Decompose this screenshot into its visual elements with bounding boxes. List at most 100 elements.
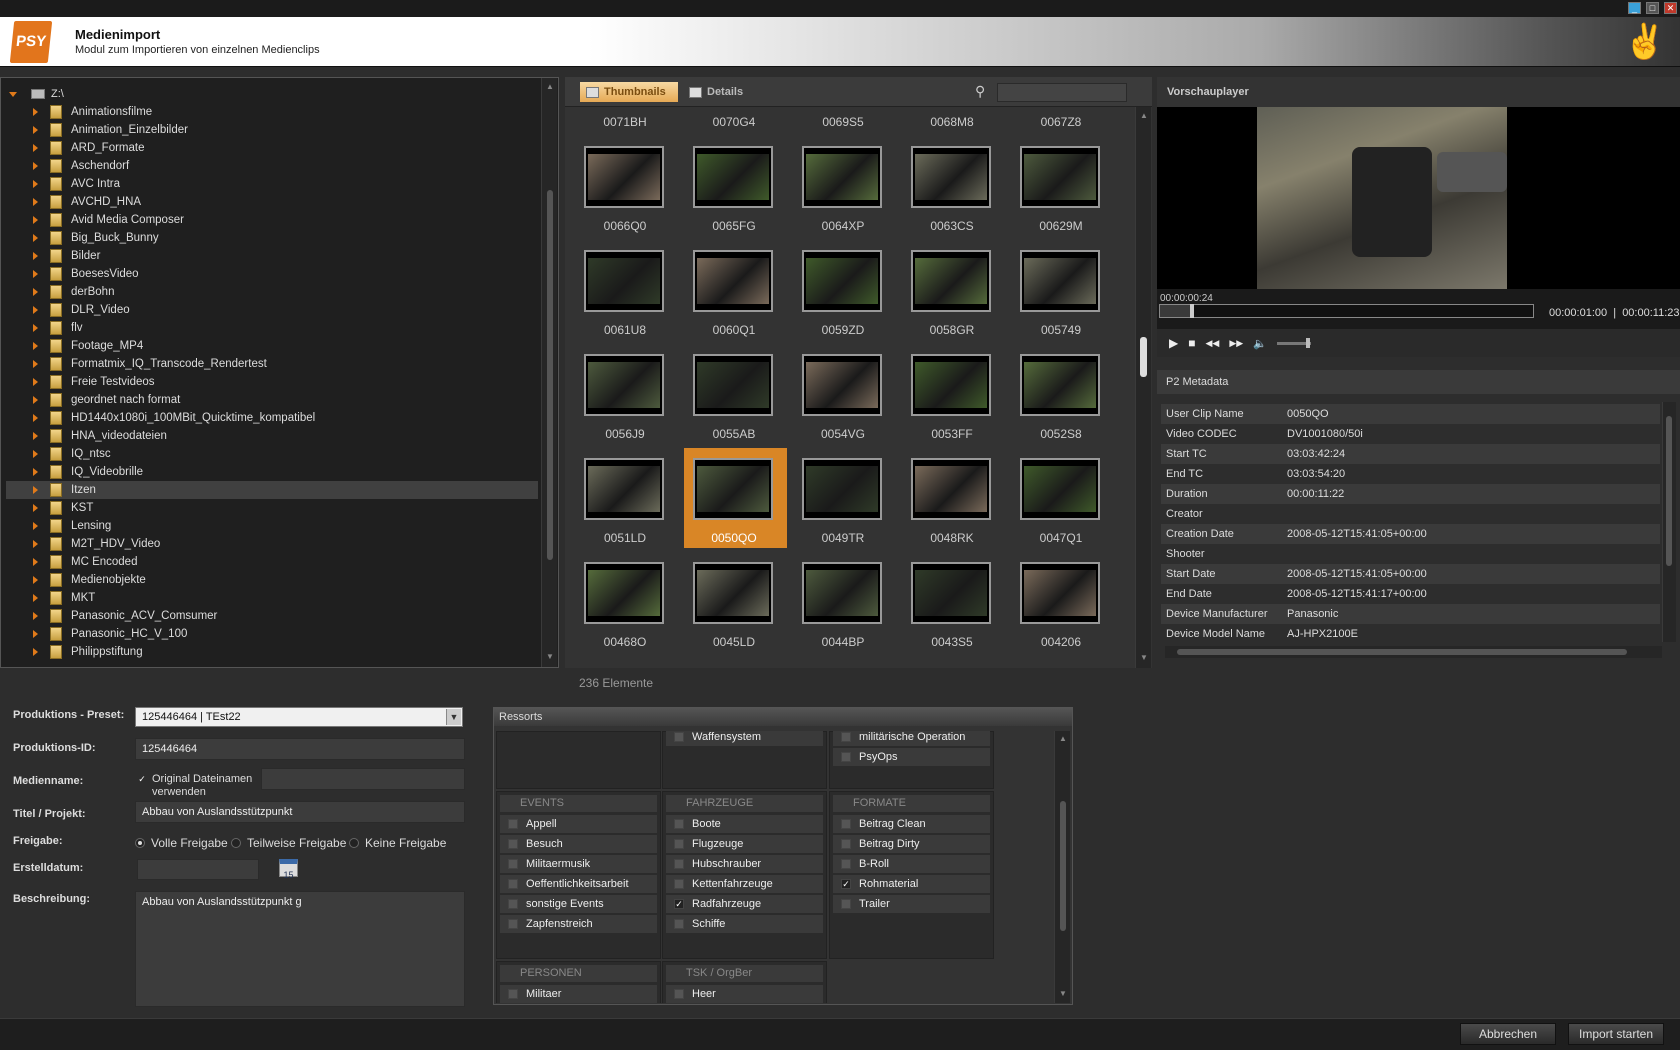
maximize-button[interactable]: □ (1646, 2, 1659, 14)
ressort-item[interactable]: Appell (500, 815, 657, 833)
expand-arrow-icon[interactable] (33, 486, 38, 494)
tree-item[interactable]: flv (6, 319, 538, 337)
checkbox[interactable] (674, 859, 684, 869)
tree-item[interactable]: Avid Media Composer (6, 211, 538, 229)
tree-scroll-thumb[interactable] (547, 190, 553, 560)
ressort-item[interactable]: Kettenfahrzeuge (666, 875, 823, 893)
checkbox[interactable] (508, 839, 518, 849)
tree-item[interactable]: BoesesVideo (6, 265, 538, 283)
checkbox[interactable]: ✓ (674, 899, 684, 909)
thumbnail-scrollbar[interactable]: ▲ ▼ (1135, 107, 1151, 668)
thumbnail-item[interactable]: 0069S5 (793, 107, 896, 132)
expand-arrow-icon[interactable] (33, 324, 38, 332)
expand-arrow-icon[interactable] (33, 306, 38, 314)
thumbnail-item[interactable]: 0051LD (575, 448, 678, 548)
tree-item[interactable]: Panasonic_ACV_Comsumer (6, 607, 538, 625)
video-frame[interactable] (1157, 107, 1680, 289)
thumbnail-item[interactable]: 0067Z8 (1011, 107, 1114, 132)
checkbox[interactable] (674, 989, 684, 999)
expand-arrow-icon[interactable] (33, 144, 38, 152)
radio-dot[interactable] (349, 838, 359, 848)
scroll-up-icon[interactable]: ▲ (546, 82, 554, 91)
tree-item[interactable]: Freie Testvideos (6, 373, 538, 391)
radio-full[interactable]: Volle Freigabe (135, 836, 228, 850)
thumbnail-item[interactable]: 0061U8 (575, 240, 678, 340)
scroll-down-icon[interactable]: ▼ (1140, 653, 1148, 662)
checkbox[interactable] (841, 899, 851, 909)
thumbnail-item[interactable]: 0047Q1 (1011, 448, 1114, 548)
thumbnail-item[interactable]: 0071BH (575, 107, 678, 132)
expand-arrow-icon[interactable] (33, 342, 38, 350)
ressort-item[interactable]: B-Roll (833, 855, 990, 873)
expand-arrow-icon[interactable] (33, 522, 38, 530)
expand-arrow-icon[interactable] (9, 91, 17, 97)
thumbnail-item[interactable]: 0044BP (793, 552, 896, 652)
tree-item[interactable]: IQ_ntsc (6, 445, 538, 463)
thumbnail-item[interactable]: 0068M8 (902, 107, 1005, 132)
thumbnail-item[interactable]: 0049TR (793, 448, 896, 548)
checkbox[interactable] (841, 752, 851, 762)
scroll-down-icon[interactable]: ▼ (546, 652, 554, 661)
thumbnail-item[interactable]: 00468O (575, 552, 678, 652)
volume-slider[interactable] (1276, 337, 1311, 348)
expand-arrow-icon[interactable] (33, 360, 38, 368)
tree-item[interactable]: IQ_Videobrille (6, 463, 538, 481)
expand-arrow-icon[interactable] (33, 180, 38, 188)
thumbnail-item[interactable]: 0070G4 (684, 107, 787, 132)
expand-arrow-icon[interactable] (33, 234, 38, 242)
expand-arrow-icon[interactable] (33, 630, 38, 638)
ressort-item[interactable]: Flugzeuge (666, 835, 823, 853)
calendar-icon[interactable]: 15 (279, 859, 298, 880)
tab-details[interactable]: Details (683, 82, 749, 102)
ressort-item[interactable]: PsyOps (833, 748, 990, 766)
expand-arrow-icon[interactable] (33, 126, 38, 134)
expand-arrow-icon[interactable] (33, 558, 38, 566)
checkbox[interactable] (508, 859, 518, 869)
checkbox[interactable] (841, 732, 851, 742)
expand-arrow-icon[interactable] (33, 216, 38, 224)
thumbnail-item[interactable]: 0058GR (902, 240, 1005, 340)
expand-arrow-icon[interactable] (33, 288, 38, 296)
expand-arrow-icon[interactable] (33, 576, 38, 584)
preset-select[interactable]: 125446464 | TEst22 ▼ (135, 707, 463, 727)
scroll-up-icon[interactable]: ▲ (1140, 111, 1148, 120)
expand-arrow-icon[interactable] (33, 432, 38, 440)
tree-item[interactable]: HD1440x1080i_100MBit_Quicktime_kompatibe… (6, 409, 538, 427)
folder-tree[interactable]: Z:\ Animationsfilme Animation_Einzelbilde… (0, 77, 559, 668)
tree-scrollbar[interactable]: ▲ ▼ (541, 78, 557, 667)
thumbnail-item[interactable]: 0064XP (793, 136, 896, 236)
thumbnail-search-input[interactable] (997, 83, 1127, 102)
tree-item[interactable]: Animationsfilme (6, 103, 538, 121)
tree-item[interactable]: AVC Intra (6, 175, 538, 193)
original-filename-checkbox[interactable]: ✓ Original Dateinamen verwenden (137, 773, 252, 799)
tree-item[interactable]: MC Encoded (6, 553, 538, 571)
checkbox[interactable] (508, 919, 518, 929)
expand-arrow-icon[interactable] (33, 198, 38, 206)
checkbox[interactable] (508, 819, 518, 829)
volume-icon[interactable]: 🔈 (1253, 337, 1267, 350)
ressorts-scroll-thumb[interactable] (1060, 801, 1066, 931)
expand-arrow-icon[interactable] (33, 648, 38, 656)
ressort-item[interactable]: sonstige Events (500, 895, 657, 913)
expand-arrow-icon[interactable] (33, 252, 38, 260)
checkbox[interactable] (841, 819, 851, 829)
tab-thumbnails[interactable]: Thumbnails (580, 82, 678, 102)
thumbnail-item[interactable]: 0043S5 (902, 552, 1005, 652)
tree-item[interactable]: KST (6, 499, 538, 517)
tree-item[interactable]: Aschendorf (6, 157, 538, 175)
play-icon[interactable]: ▶ (1169, 336, 1178, 350)
ressorts-scrollbar[interactable]: ▲ ▼ (1054, 731, 1070, 1003)
tree-item[interactable]: AVCHD_HNA (6, 193, 538, 211)
metadata-hscroll-thumb[interactable] (1177, 649, 1627, 655)
minimize-button[interactable]: _ (1628, 2, 1641, 14)
thumbnail-item[interactable]: 0059ZD (793, 240, 896, 340)
expand-arrow-icon[interactable] (33, 540, 38, 548)
checkbox[interactable]: ✓ (841, 879, 851, 889)
expand-arrow-icon[interactable] (33, 396, 38, 404)
fast-forward-icon[interactable]: ▶▶ (1229, 338, 1243, 349)
ressort-item[interactable]: Waffensystem (666, 731, 823, 746)
thumbnail-item[interactable]: 0050QO (684, 448, 787, 548)
ressort-item[interactable]: Beitrag Clean (833, 815, 990, 833)
production-id-field[interactable]: 125446464 (135, 738, 465, 760)
metadata-scrollbar[interactable] (1662, 402, 1676, 642)
